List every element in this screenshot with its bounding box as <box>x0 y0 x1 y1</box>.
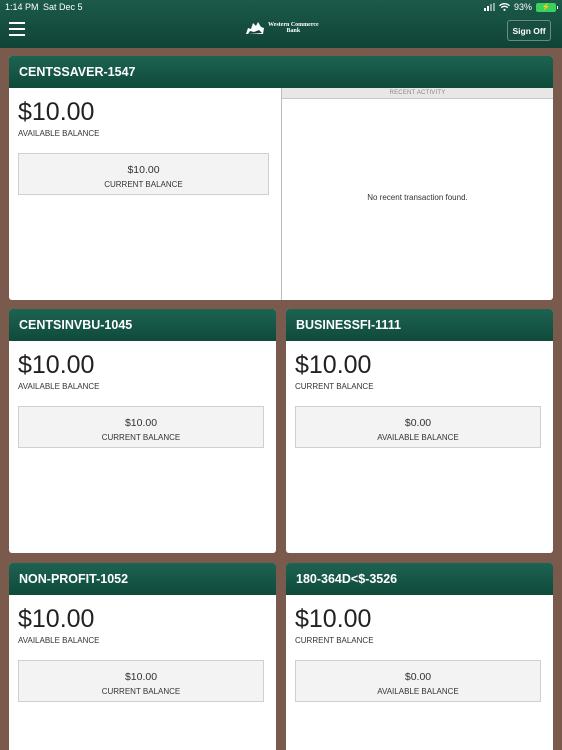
secondary-balance-box: $0.00 AVAILABLE BALANCE <box>295 406 541 448</box>
balance-amount: $10.00 <box>295 351 372 379</box>
balance-amount: $10.00 <box>18 605 95 633</box>
balance-label: AVAILABLE BALANCE <box>18 382 100 391</box>
secondary-balance-box: $0.00 AVAILABLE BALANCE <box>295 660 541 702</box>
secondary-balance-box: $10.00 CURRENT BALANCE <box>18 153 269 195</box>
secondary-balance-amount: $10.00 <box>124 417 158 429</box>
recent-activity-title: RECENT ACTIVITY <box>282 88 553 99</box>
secondary-balance-label: CURRENT BALANCE <box>104 180 183 189</box>
account-card-non-profit[interactable]: NON-PROFIT-1052 $10.00 AVAILABLE BALANCE… <box>9 563 276 750</box>
secondary-balance-amount: $10.00 <box>127 164 160 176</box>
secondary-balance-amount: $0.00 <box>404 671 432 683</box>
signal-icon <box>483 3 495 11</box>
status-indicators: 93% ⚡ <box>483 2 558 12</box>
balance-amount: $10.00 <box>18 98 95 126</box>
wifi-icon <box>499 3 510 11</box>
account-name[interactable]: 180-364D<$-3526 <box>286 563 553 595</box>
account-name[interactable]: CENTSINVBU-1045 <box>9 309 276 341</box>
status-date: Sat Dec 5 <box>43 2 83 12</box>
account-card-180-364d[interactable]: 180-364D<$-3526 $10.00 CURRENT BALANCE $… <box>286 563 553 750</box>
bank-logo-icon <box>246 22 264 34</box>
balance-amount: $10.00 <box>295 605 372 633</box>
secondary-balance-label: CURRENT BALANCE <box>101 687 181 696</box>
secondary-balance-label: AVAILABLE BALANCE <box>377 433 459 442</box>
account-card-centssaver[interactable]: CENTSSAVER-1547 $10.00 AVAILABLE BALANCE… <box>9 56 553 300</box>
battery-percent: 93% <box>513 2 532 12</box>
account-name[interactable]: NON-PROFIT-1052 <box>9 563 276 595</box>
status-time: 1:14 PM <box>5 2 39 12</box>
secondary-balance-label: CURRENT BALANCE <box>101 433 181 442</box>
app-header: 1:14 PM Sat Dec 5 93% ⚡ Western Commerce… <box>0 0 562 48</box>
account-card-businessfi[interactable]: BUSINESSFI-1111 $10.00 CURRENT BALANCE $… <box>286 309 553 553</box>
sign-off-button[interactable]: Sign Off <box>507 20 551 41</box>
account-card-centsinvbu[interactable]: CENTSINVBU-1045 $10.00 AVAILABLE BALANCE… <box>9 309 276 553</box>
secondary-balance-label: AVAILABLE BALANCE <box>377 687 459 696</box>
secondary-balance-amount: $10.00 <box>124 671 158 683</box>
balance-label: AVAILABLE BALANCE <box>18 129 100 138</box>
balance-label: CURRENT BALANCE <box>295 382 374 391</box>
account-name[interactable]: CENTSSAVER-1547 <box>9 56 553 88</box>
bank-logo-text: Western Commerce Bank <box>268 22 319 34</box>
secondary-balance-box: $10.00 CURRENT BALANCE <box>18 406 264 448</box>
recent-activity-panel: RECENT ACTIVITY No recent transaction fo… <box>281 88 553 300</box>
bank-logo: Western Commerce Bank <box>245 20 319 36</box>
secondary-balance-box: $10.00 CURRENT BALANCE <box>18 660 264 702</box>
account-name[interactable]: BUSINESSFI-1111 <box>286 309 553 341</box>
recent-activity-empty: No recent transaction found. <box>367 193 468 202</box>
secondary-balance-amount: $0.00 <box>404 417 432 429</box>
balance-amount: $10.00 <box>18 351 95 379</box>
battery-icon: ⚡ <box>536 2 558 12</box>
balance-label: CURRENT BALANCE <box>295 636 374 645</box>
balance-label: AVAILABLE BALANCE <box>18 636 100 645</box>
hamburger-menu-icon[interactable] <box>9 22 25 36</box>
